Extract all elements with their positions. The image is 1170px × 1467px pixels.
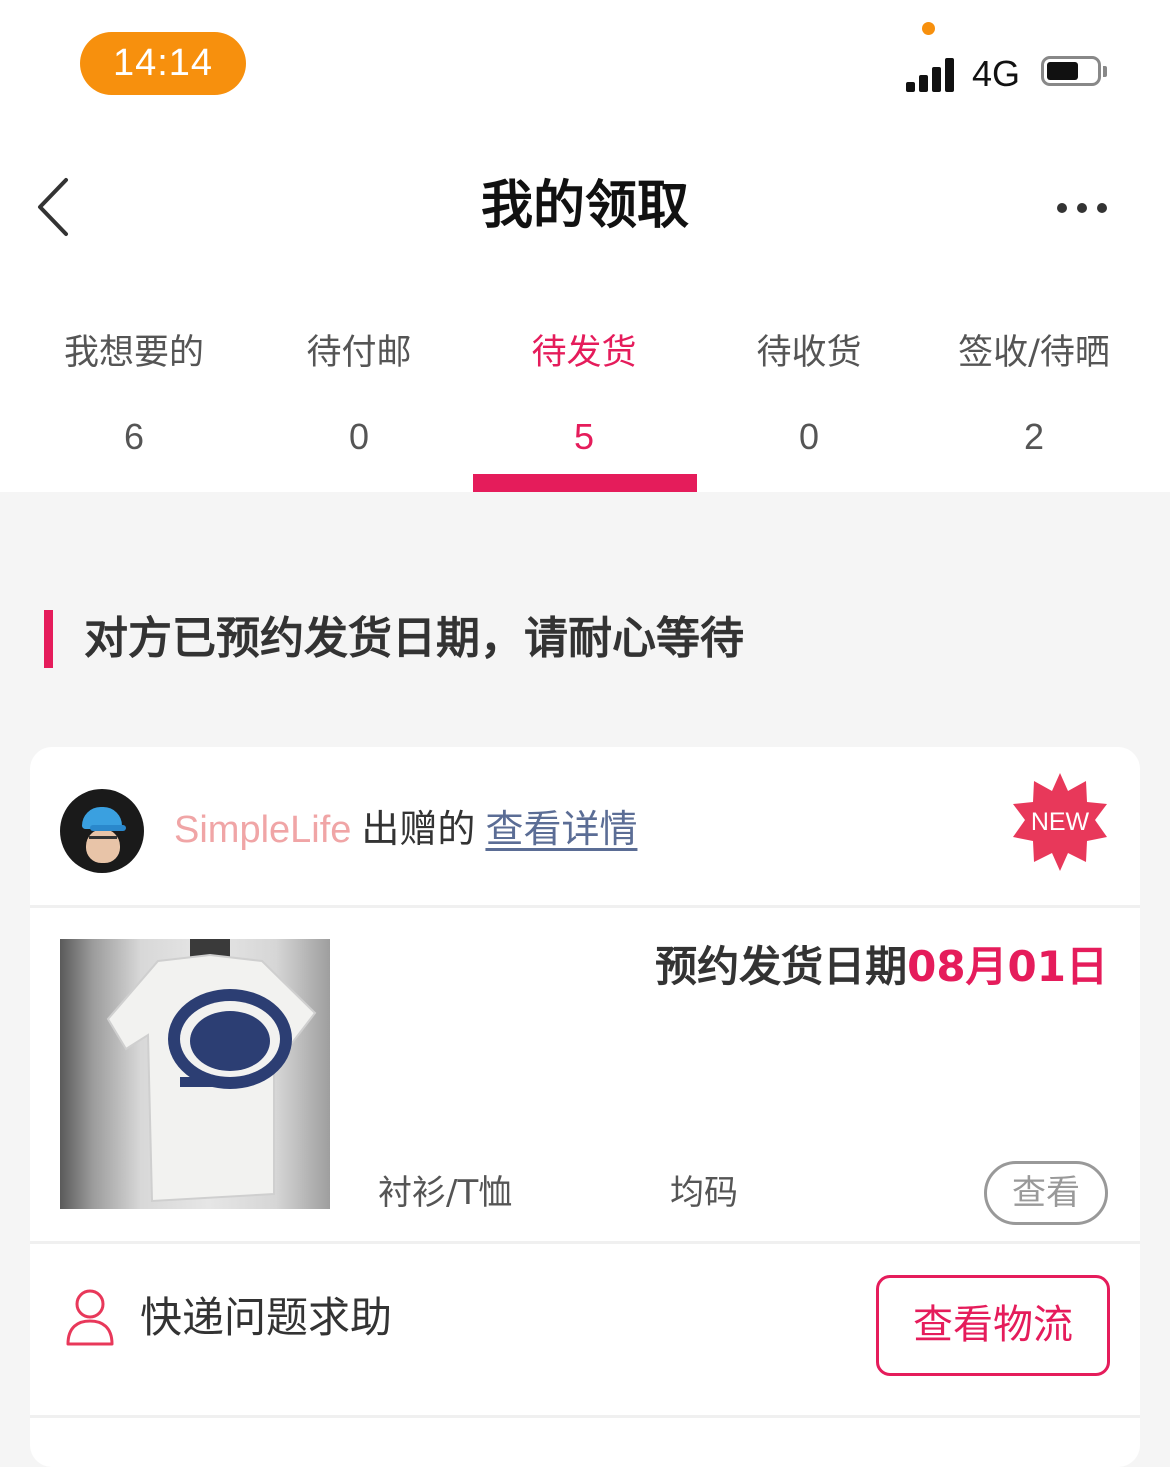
tab-label: 待收货 <box>756 333 862 373</box>
giver-suffix: 出赠的 <box>361 807 476 851</box>
tab-count: 6 <box>123 416 145 457</box>
avatar[interactable] <box>60 789 144 873</box>
giver-line: SimpleLife 出赠的 查看详情 <box>174 799 637 860</box>
ship-date-label: 预约发货日期 <box>655 942 908 991</box>
tab-pending-receipt[interactable]: 待收货 0 <box>697 322 921 492</box>
order-card: SimpleLife 出赠的 查看详情 NEW 预约发货日期08月01日 衬衫/T恤… <box>30 747 1140 1467</box>
view-button[interactable]: 查看 <box>984 1161 1108 1225</box>
network-type: 4G <box>972 53 1021 94</box>
signal-icon <box>906 56 958 92</box>
tab-count: 0 <box>348 416 370 457</box>
more-horizontal-icon <box>1057 203 1067 213</box>
tab-pending-shipment[interactable]: 待发货 5 <box>472 322 696 492</box>
category-label: 衬衫/T恤 <box>378 1173 513 1213</box>
chevron-left-icon <box>38 178 68 236</box>
tab-label: 签收/待晒 <box>958 333 1110 373</box>
tab-wanted[interactable]: 我想要的 6 <box>22 322 246 492</box>
new-badge-text: NEW <box>1031 808 1090 836</box>
section-heading-text: 对方已预约发货日期，请耐心等待 <box>84 613 744 664</box>
card-divider <box>30 1241 1140 1244</box>
ship-date-value: 08月01日 <box>907 942 1108 991</box>
tab-pending-postage[interactable]: 待付邮 0 <box>247 322 471 492</box>
user-icon <box>66 1289 114 1346</box>
active-tab-indicator <box>473 474 697 492</box>
giver-name[interactable]: SimpleLife <box>174 809 351 851</box>
page-title: 我的领取 <box>480 176 689 236</box>
tab-label: 待付邮 <box>306 333 412 373</box>
delivery-help-link[interactable]: 快递问题求助 <box>140 1287 392 1349</box>
more-button[interactable] <box>1052 190 1112 226</box>
new-badge-icon: NEW <box>1013 773 1107 871</box>
tab-count: 5 <box>573 416 595 457</box>
status-bar: 14:14 4G <box>0 0 1170 120</box>
tab-bar: 我想要的 6 待付邮 0 待发货 5 待收货 0 签收/待晒 2 <box>22 322 1146 492</box>
section-accent-bar <box>44 610 53 668</box>
product-image[interactable] <box>60 939 330 1209</box>
tshirt-illustration <box>106 939 317 1203</box>
size-label: 均码 <box>670 1173 738 1213</box>
tab-count: 2 <box>1023 416 1045 457</box>
tab-count: 0 <box>798 416 820 457</box>
card-divider <box>30 1415 1140 1418</box>
battery-icon <box>1041 56 1107 90</box>
tab-label: 我想要的 <box>63 333 204 373</box>
view-detail-link[interactable]: 查看详情 <box>485 807 637 851</box>
back-button[interactable] <box>30 176 80 238</box>
top-panel: 14:14 4G 我的领取 我想要的 6 待付邮 0 待发货 5 待收货 0 签… <box>0 0 1170 492</box>
tab-received[interactable]: 签收/待晒 2 <box>922 322 1146 492</box>
privacy-indicator-dot <box>922 22 935 35</box>
ship-date: 预约发货日期08月01日 <box>655 935 1108 999</box>
view-logistics-button[interactable]: 查看物流 <box>876 1275 1110 1376</box>
tab-label: 待发货 <box>531 333 637 373</box>
status-time: 14:14 <box>80 32 246 95</box>
card-divider <box>30 905 1140 908</box>
